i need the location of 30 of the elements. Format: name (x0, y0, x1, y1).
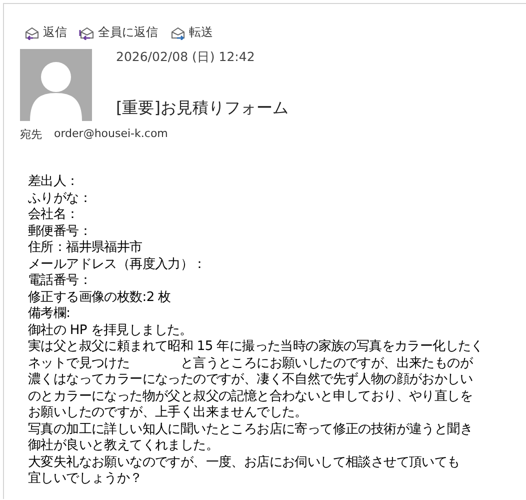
body-text-line: 御社が良いと教えてくれました。 (28, 438, 219, 454)
reply-icon (24, 26, 40, 40)
body-text-line: 会社名： (28, 207, 79, 224)
forward-icon (170, 26, 186, 40)
body-text-line: 住所：福井県福井市 (28, 240, 142, 256)
body-text-line: のとカラーになった物が父と叔父の記憶と合わないと申しており、やり直しを (28, 388, 473, 405)
avatar-icon (20, 49, 92, 121)
body-text-line: 電話番号： (28, 273, 92, 290)
message-subject: [重要]お見積りフォーム (116, 98, 288, 119)
body-text-line: 大変失礼なお願いなのですが、一度、お店にお伺いして相談させて頂いても (28, 454, 460, 471)
body-text-line: お願いしたのですが、上手く出来ませんでした。 (28, 405, 308, 422)
reply-all-button[interactable]: 全員に返信 (79, 24, 158, 41)
body-text-line: 御社の HP を拝見しました。 (28, 322, 192, 339)
reply-all-icon (79, 26, 95, 40)
reply-button[interactable]: 返信 (24, 24, 67, 41)
body-text-line: 郵便番号： (28, 224, 92, 240)
body-text-line: ネットで見つけた と言うところにお願いしたのですが、出来たものが (28, 356, 473, 372)
body-text-line: 実は父と叔父に頼まれて昭和 15 年に撮った当時の家族の写真をカラー化したく (28, 339, 484, 356)
body-text-line: 修正する画像の枚数:2 枚 (28, 290, 171, 306)
body-text-line: 写真の加工に詳しい知人に聞いたところお店に寄って修正の技術が違うと聞き (28, 422, 473, 438)
forward-button[interactable]: 転送 (170, 24, 213, 41)
message-date: 2026/02/08 (日) 12:42 (116, 49, 256, 66)
body-text-line: 濃くはなってカラーになったのですが、凄く不自然で先ず人物の顔がおかしい (28, 372, 473, 388)
body-text-line: メールアドレス（再度入力）： (28, 256, 206, 273)
body-text-line: 宜しいでしょうか？ (28, 471, 142, 488)
body-text-line: 備考欄: (28, 306, 70, 322)
recipient-label: 宛先 (20, 127, 42, 142)
body-text-line: 差出人： (28, 174, 79, 190)
recipient-address: order@housei-k.com (54, 127, 168, 142)
body-text-line: ふりがな： (28, 190, 92, 207)
